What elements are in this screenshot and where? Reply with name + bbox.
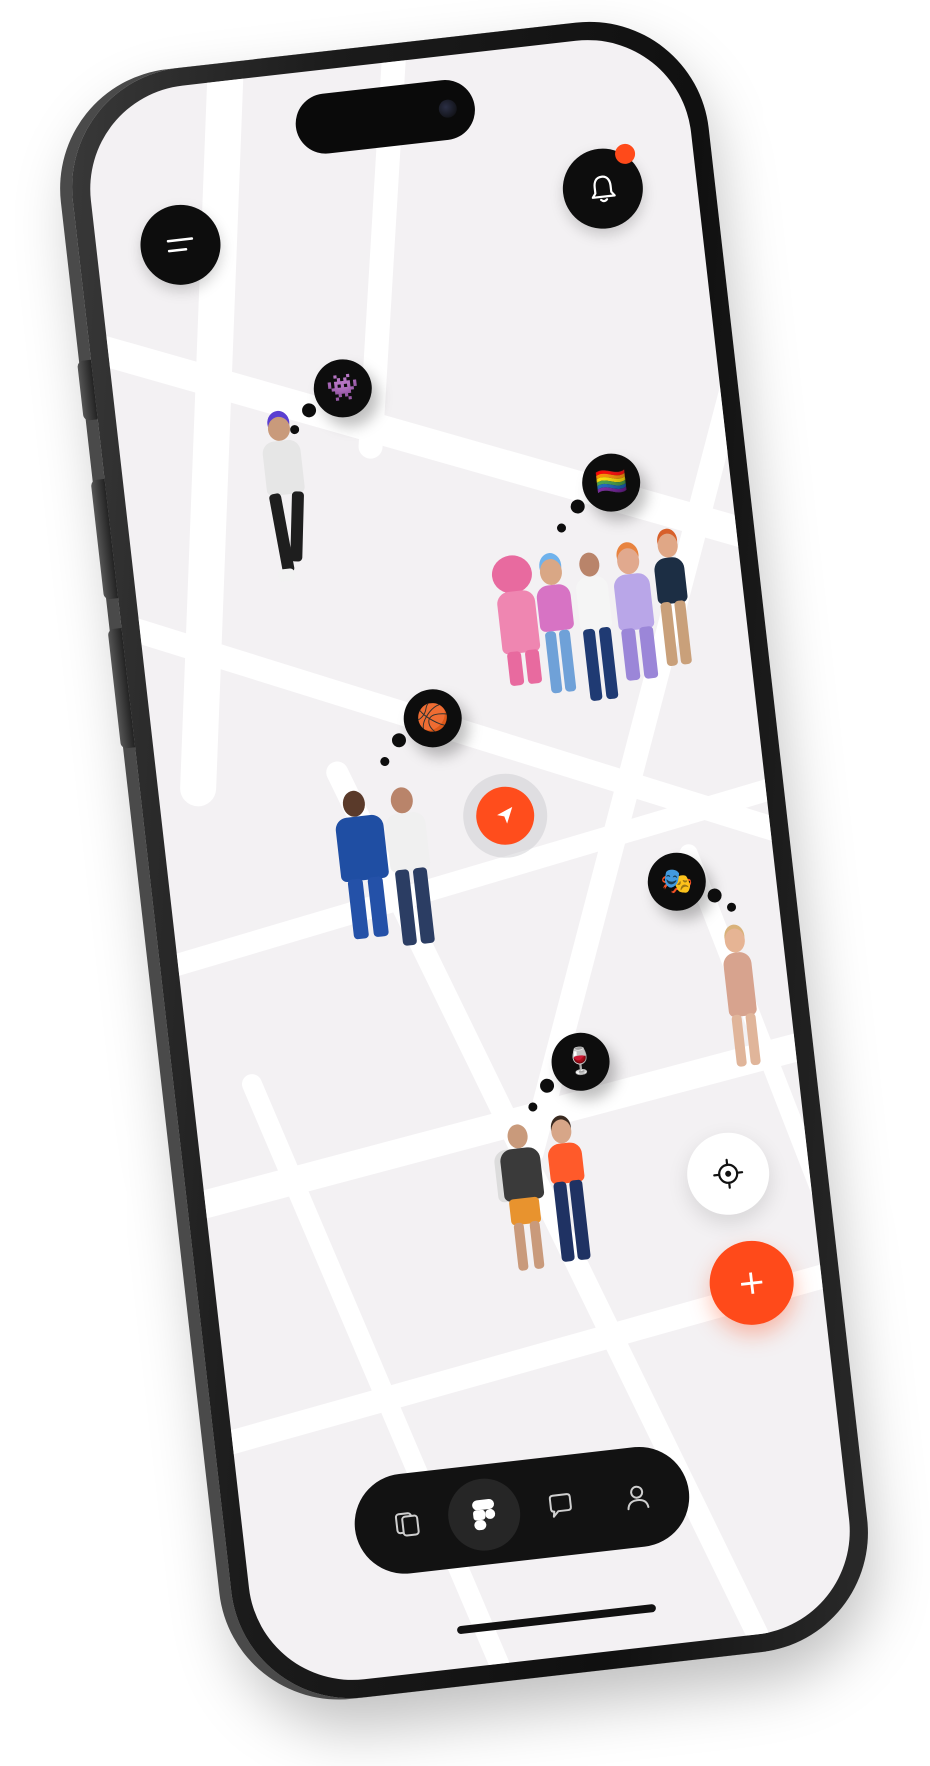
phone-frame: 👾 🏳️‍🌈 bbox=[59, 9, 881, 1711]
tab-map[interactable] bbox=[443, 1474, 524, 1555]
app-screen: 👾 🏳️‍🌈 bbox=[79, 28, 861, 1692]
chat-bubble-icon bbox=[548, 1493, 572, 1518]
rainbow-flag-icon: 🏳️‍🌈 bbox=[593, 465, 629, 500]
cards-icon bbox=[394, 1512, 420, 1537]
tab-chat[interactable] bbox=[520, 1466, 600, 1546]
app-logo-icon bbox=[471, 1499, 495, 1531]
space-invader-icon: 👾 bbox=[325, 371, 361, 406]
volume-up-button bbox=[90, 478, 119, 600]
wine-glass-icon: 🍷 bbox=[562, 1045, 599, 1079]
tab-profile[interactable] bbox=[597, 1457, 677, 1537]
front-camera bbox=[437, 98, 458, 119]
avatar-group-basketball[interactable] bbox=[328, 781, 458, 972]
avatar-group-wine[interactable] bbox=[488, 1115, 615, 1286]
action-button bbox=[77, 359, 98, 421]
basketball-icon: 🏀 bbox=[414, 701, 451, 736]
stage: 👾 🏳️‍🌈 bbox=[0, 0, 930, 1766]
bell-icon bbox=[591, 175, 616, 203]
volume-down-button bbox=[107, 627, 136, 749]
menu-icon bbox=[166, 237, 194, 253]
theater-masks-icon: 🎭 bbox=[659, 864, 695, 899]
profile-icon bbox=[627, 1485, 649, 1511]
tab-cards[interactable] bbox=[367, 1484, 447, 1564]
my-location-core bbox=[473, 783, 538, 848]
crosshair-icon bbox=[713, 1158, 744, 1189]
navigation-arrow-icon bbox=[497, 806, 513, 824]
plus-icon: + bbox=[735, 1261, 769, 1305]
avatar-group-pride[interactable] bbox=[485, 531, 713, 729]
